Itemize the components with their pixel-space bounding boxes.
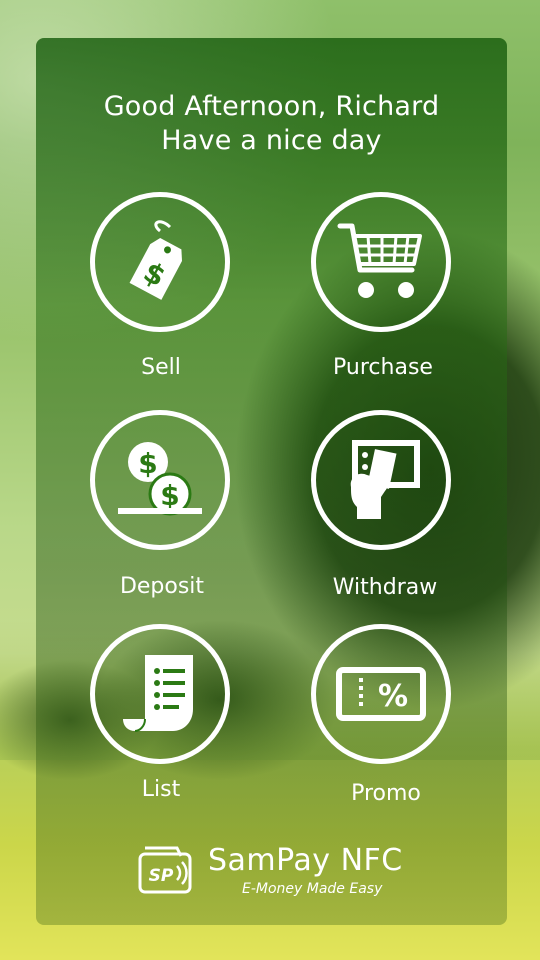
receipt-list-icon	[123, 655, 193, 732]
sell-button[interactable]: $	[90, 192, 230, 332]
promo-button[interactable]: %	[311, 624, 451, 764]
sell-label: Sell	[141, 355, 181, 380]
coin-deposit-icon: $ $	[118, 442, 202, 516]
deposit-label: Deposit	[119, 574, 205, 599]
purchase-button[interactable]	[311, 192, 451, 332]
price-tag-icon: $	[129, 220, 182, 300]
purchase-label: Purchase	[333, 355, 433, 380]
promo-label: Promo	[351, 781, 421, 806]
svg-text:$: $	[160, 479, 179, 512]
brand-name: SamPay NFC	[208, 843, 403, 878]
svg-text:%: %	[378, 679, 408, 714]
sampay-wallet-logo: SP	[138, 846, 192, 894]
brand-tagline: E-Money Made Easy	[242, 881, 383, 897]
greeting-line-2: Have a nice day	[161, 125, 382, 156]
list-button[interactable]	[90, 624, 230, 764]
discount-voucher-icon: %	[336, 667, 426, 721]
svg-text:$: $	[138, 447, 157, 480]
atm-withdraw-icon	[350, 440, 420, 519]
withdraw-label: Withdraw	[332, 575, 438, 600]
list-label: List	[141, 777, 181, 802]
svg-text:SP: SP	[149, 866, 174, 886]
withdraw-button[interactable]	[311, 410, 451, 550]
greeting-line-1: Good Afternoon, Richard	[103, 91, 440, 122]
deposit-button[interactable]: $ $	[90, 410, 230, 550]
shopping-cart-icon	[337, 223, 422, 298]
